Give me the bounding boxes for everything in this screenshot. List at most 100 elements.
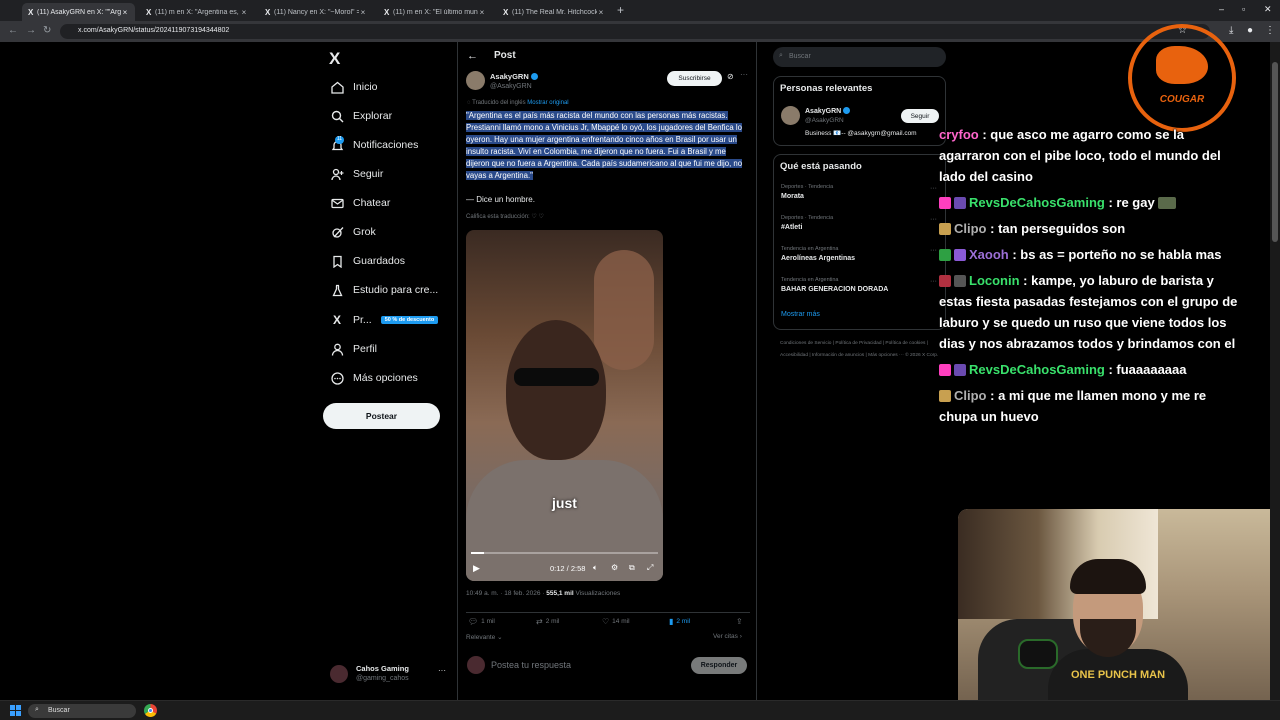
mail-icon [330, 196, 344, 210]
chat-message: Clipo : tan perseguidos son [939, 218, 1239, 239]
post-button[interactable]: Postear [323, 403, 440, 429]
nav-item-premium[interactable]: X Pr... 50 % de descuento [330, 310, 439, 330]
nav-item-label: Guardados [353, 255, 405, 267]
nav-item-profile[interactable]: Perfil [330, 339, 377, 359]
reply-submit-button[interactable]: Responder [691, 657, 747, 674]
person-icon [330, 342, 344, 356]
browser-tab[interactable]: X (11) The Real Mr. Hitchcock en × [497, 3, 611, 21]
chat-username: RevsDeCahosGaming [969, 195, 1105, 210]
author-handle[interactable]: @AsakyGRN [490, 83, 532, 90]
close-icon[interactable]: × [597, 8, 605, 17]
chat-message: Xaooh : bs as = porteño no se habla mas [939, 244, 1239, 265]
browser-tab-bar: X (11) AsakyGRN en X: ""Argenti × X (11)… [0, 0, 1280, 21]
show-more-link[interactable]: Mostrar más [781, 311, 820, 318]
taskbar-search[interactable]: ⌕ Buscar [28, 704, 136, 718]
repost-button[interactable]: ⇄ 2 mil [536, 617, 559, 626]
browser-tab[interactable]: X (11) m en X: "Argentina es, sin × [140, 3, 254, 21]
grok-icon[interactable]: ⊘ [727, 72, 734, 81]
show-original-link[interactable]: Mostrar original [527, 100, 568, 106]
x-logo-icon[interactable]: X [329, 49, 340, 69]
nav-item-explore[interactable]: Explorar [330, 106, 392, 126]
pip-icon[interactable]: ⧉ [629, 563, 635, 573]
views-label: Visualizaciones [575, 590, 621, 597]
webcam-feed: ONE PUNCH MAN [958, 509, 1280, 720]
bits-badge-icon [954, 249, 966, 261]
see-quotes-link[interactable]: Ver citas › [713, 633, 742, 640]
back-icon[interactable]: ← [8, 25, 18, 36]
window-close-icon[interactable]: ✕ [1264, 4, 1272, 15]
minimize-icon[interactable]: – [1219, 4, 1224, 14]
like-button[interactable]: ♡ 14 mil [602, 617, 630, 626]
fullscreen-icon[interactable]: ⤢ [647, 563, 653, 573]
nav-item-creator-studio[interactable]: Estudio para cre... [330, 280, 438, 300]
volume-icon[interactable]: 🔈︎ [593, 563, 598, 573]
new-tab-icon[interactable]: + [617, 3, 624, 17]
search-input[interactable]: ⌕ Buscar [773, 47, 946, 67]
nav-item-bookmarks[interactable]: Guardados [330, 251, 405, 271]
download-icon[interactable]: ⤓ [1229, 25, 1233, 36]
relevant-people-title: Personas relevantes [780, 83, 873, 94]
tab-label: (11) The Real Mr. Hitchcock en [512, 8, 597, 16]
more-dots-icon[interactable]: ··· [930, 278, 937, 285]
chrome-icon[interactable] [144, 704, 157, 717]
reply-button[interactable]: 💬︎ 1 mil [468, 617, 495, 626]
thumbs-down-icon[interactable]: ♡ [538, 214, 543, 220]
browser-menu-icon[interactable]: ⋮ [1265, 25, 1275, 36]
thumbs-up-icon[interactable]: ♡ [531, 214, 536, 220]
video-player[interactable]: just ▶ 0:12 / 2:58 🔈︎ ⚙ ⧉ ⤢ [466, 230, 663, 581]
author-name[interactable]: AsakyGRN [490, 72, 538, 81]
webcam-headset [1018, 639, 1058, 669]
bookmark-button[interactable]: ▮ 2 mil [669, 617, 690, 626]
post-timestamp[interactable]: 10:49 a. m. · 18 feb. 2026 · [466, 590, 544, 597]
browser-tab[interactable]: X (11) Nancy en X: "~Morol" = " × [259, 3, 373, 21]
reload-icon[interactable]: ↻ [43, 25, 51, 36]
nav-item-grok[interactable]: Grok [330, 222, 376, 242]
close-icon[interactable]: × [121, 8, 129, 17]
follow-button[interactable]: Seguir [901, 109, 939, 123]
more-dots-icon[interactable]: ··· [930, 185, 937, 192]
avatar [467, 656, 485, 674]
stream-chat: cryfoo : que asco me agarro como se la a… [939, 124, 1239, 432]
vip-badge-icon [954, 364, 966, 376]
footer-links[interactable]: Condiciones de Servicio | Política de Pr… [780, 338, 940, 362]
x-favicon-icon: X [265, 7, 271, 17]
more-dots-icon[interactable]: ··· [930, 216, 937, 223]
video-progress-bar[interactable] [471, 552, 658, 554]
profile-icon[interactable]: ● [1247, 25, 1253, 36]
nav-item-follow[interactable]: Seguir [330, 164, 383, 184]
close-icon[interactable]: × [359, 8, 367, 17]
browser-tab[interactable]: X (11) m en X: "El último mundial × [378, 3, 492, 21]
reply-input[interactable]: Postea tu respuesta [491, 660, 571, 670]
nav-item-home[interactable]: Inicio [330, 77, 378, 97]
windows-start-icon[interactable] [10, 705, 21, 716]
account-switcher[interactable]: Cahos Gaming @gaming_cahos ··· [330, 662, 450, 686]
browser-tab[interactable]: X (11) AsakyGRN en X: ""Argenti × [22, 3, 135, 21]
share-button[interactable]: ⇪ [736, 617, 746, 626]
url-field[interactable]: x.com/AsakyGRN/status/202411907319434480… [60, 24, 1210, 39]
chat-username: Xaooh [969, 247, 1009, 262]
subscribe-button[interactable]: Suscribirse [667, 71, 722, 86]
relevant-person-name[interactable]: AsakyGRN [805, 107, 851, 115]
settings-gear-icon[interactable]: ⚙ [611, 563, 618, 572]
maximize-icon[interactable]: ▫ [1242, 4, 1245, 14]
forward-icon[interactable]: → [26, 25, 36, 36]
close-icon[interactable]: × [478, 8, 486, 17]
back-arrow-icon[interactable]: ← [467, 50, 478, 62]
close-icon[interactable]: × [240, 8, 248, 17]
sort-replies-dropdown[interactable]: Relevante ⌄ [466, 633, 503, 641]
x-favicon-icon: X [28, 7, 34, 17]
address-bar-row: ← → ↻ x.com/AsakyGRN/status/202411907319… [0, 21, 1280, 42]
play-icon[interactable]: ▶ [473, 563, 480, 574]
x-favicon-icon: X [146, 7, 152, 17]
author-avatar[interactable] [466, 71, 485, 90]
bookmark-icon [330, 254, 344, 268]
scrollbar-thumb[interactable] [1272, 62, 1278, 242]
page-scrollbar[interactable] [1270, 42, 1280, 702]
more-dots-icon[interactable]: ··· [930, 247, 937, 254]
share-icon: ⇪ [736, 617, 743, 626]
nav-item-more[interactable]: Más opciones [330, 368, 418, 388]
nav-item-chat[interactable]: Chatear [330, 193, 390, 213]
verified-badge-icon [530, 73, 538, 80]
more-dots-icon[interactable]: ··· [740, 70, 748, 79]
avatar[interactable] [781, 106, 800, 125]
